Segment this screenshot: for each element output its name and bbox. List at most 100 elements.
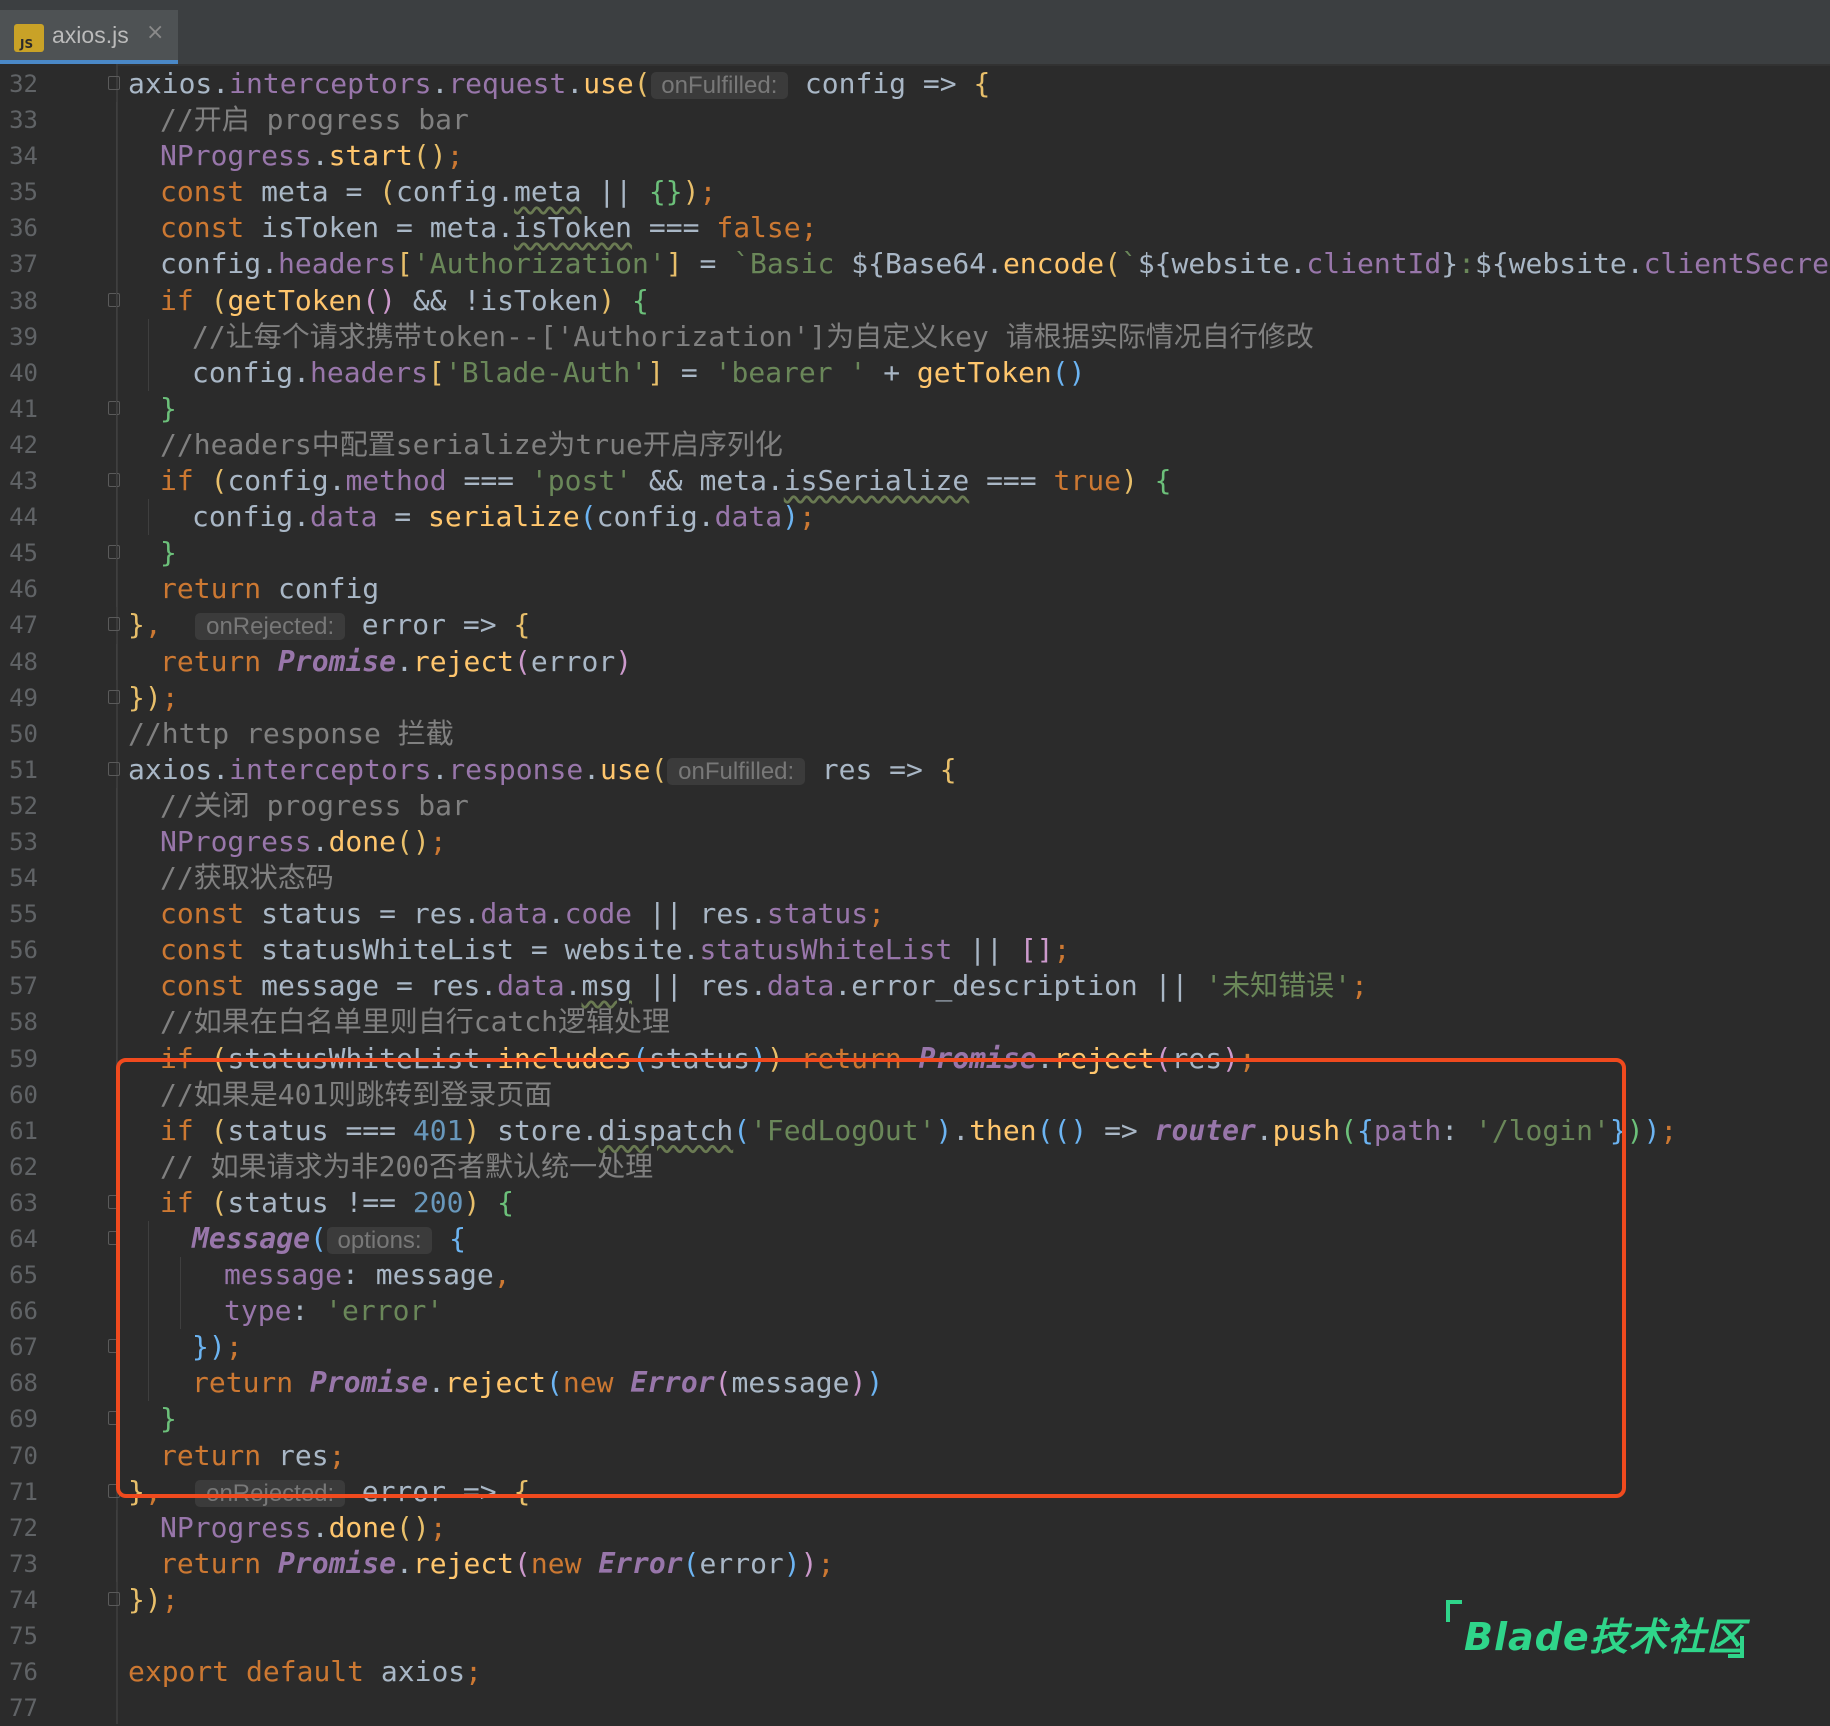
indent-guide: [116, 210, 117, 247]
code-token: .: [311, 1510, 329, 1544]
code-line[interactable]: 73 return Promise.reject(new Error(error)…: [0, 1545, 1830, 1582]
fold-marker-icon[interactable]: [108, 617, 120, 632]
code-line[interactable]: 37 config.headers['Authorization'] = `Bas…: [0, 246, 1830, 283]
code-line[interactable]: 34 NProgress.start();: [0, 138, 1830, 175]
code-line[interactable]: 53 NProgress.done();: [0, 823, 1830, 861]
code-line[interactable]: 58 //如果在白名单里则自行catch逻辑处理: [0, 1004, 1830, 1041]
code-token: config.: [396, 175, 515, 209]
fold-marker-icon[interactable]: [108, 689, 120, 704]
line-number: 51: [9, 755, 38, 784]
fold-marker-icon[interactable]: [108, 761, 120, 776]
code-token: data: [480, 897, 548, 931]
fold-marker-icon[interactable]: [108, 473, 120, 488]
code-line[interactable]: 41}: [0, 390, 1830, 427]
code-line[interactable]: 46 return config: [0, 571, 1830, 608]
code-line[interactable]: 42 //headers中配置serialize为true开启序列化: [0, 426, 1830, 464]
indent-guide: [116, 643, 117, 680]
code-text: });: [128, 1582, 179, 1618]
code-token: Error: [598, 1546, 683, 1580]
code-line[interactable]: 54 //获取状态码: [0, 860, 1830, 897]
code-token: (: [633, 67, 651, 100]
code-token: config: [278, 572, 380, 606]
code-editor[interactable]: 32 axios.interceptors.request.use( onFulf…: [0, 64, 1830, 1724]
code-line[interactable]: 35 const meta = (config.meta || {});: [0, 174, 1830, 211]
line-number: 58: [9, 1008, 38, 1037]
code-token: if: [160, 283, 211, 317]
code-line[interactable]: 77: [0, 1690, 1830, 1726]
line-number: 46: [9, 575, 38, 604]
code-token: ): [615, 644, 633, 678]
indent-guide: [116, 246, 117, 283]
code-line[interactable]: 55 const status = res.data.code || res.st…: [0, 896, 1830, 933]
close-icon[interactable]: ×: [146, 20, 164, 45]
code-token: code: [564, 897, 633, 931]
code-line[interactable]: 49});: [0, 680, 1830, 716]
code-token: {: [973, 67, 991, 100]
code-line[interactable]: 72 NProgress.done();: [0, 1509, 1830, 1546]
code-token: && !isToken: [396, 283, 599, 317]
fold-marker-icon[interactable]: [108, 292, 120, 307]
code-token: =: [664, 355, 715, 389]
code-token: ): [682, 175, 700, 209]
code-token: ;: [446, 139, 464, 173]
code-line[interactable]: 56 const statusWhiteList = website.status…: [0, 932, 1830, 969]
code-token: config.: [192, 355, 311, 389]
code-line[interactable]: 43 if (config.method === 'post' && meta.i…: [0, 463, 1830, 500]
code-line[interactable]: 44 config.data = serialize(config.data);: [0, 499, 1830, 536]
code-line[interactable]: 40 config.headers['Blade-Auth'] = 'bearer…: [0, 354, 1830, 391]
code-line[interactable]: 51 axios.interceptors.response.use( onFul…: [0, 752, 1830, 788]
fold-marker-icon[interactable]: [108, 545, 120, 560]
code-token: (: [514, 1546, 531, 1580]
code-token: =: [377, 500, 429, 534]
code-token: ;: [1660, 1113, 1678, 1147]
code-line[interactable]: 50 //http response 拦截: [0, 716, 1830, 752]
tab-axios-js[interactable]: JS axios.js ×: [0, 10, 178, 64]
code-token: ]: [665, 247, 683, 281]
fold-marker-icon[interactable]: [108, 400, 120, 415]
code-token: error: [699, 1546, 784, 1580]
code-line[interactable]: 33 //开启 progress bar: [0, 102, 1830, 139]
code-token: 'Authorization': [412, 247, 666, 281]
code-token: start: [328, 139, 413, 173]
code-line[interactable]: 32 axios.interceptors.request.use( onFulf…: [0, 66, 1830, 102]
code-line[interactable]: 48 return Promise.reject(error): [0, 643, 1830, 680]
line-number: 64: [9, 1225, 38, 1253]
code-token: //获取状态码: [160, 861, 334, 895]
code-token: getToken: [916, 355, 1052, 389]
line-number: 42: [9, 430, 38, 459]
code-token: =: [682, 247, 734, 281]
code-text: axios.interceptors.request.use( onFulfil…: [128, 66, 990, 104]
fold-marker-icon[interactable]: [108, 1591, 120, 1606]
code-token: =>: [889, 752, 923, 786]
code-token: (: [650, 752, 668, 786]
code-token: if: [160, 464, 211, 498]
parameter-hint: onFulfilled:: [667, 757, 805, 785]
code-line[interactable]: 38 if (getToken() && !isToken) {: [0, 282, 1830, 319]
code-line[interactable]: 57 const message = res.data.msg || res.da…: [0, 968, 1830, 1005]
code-token: //http response 拦截: [128, 716, 454, 750]
indent-guide: [116, 354, 117, 391]
js-file-icon-label: JS: [20, 37, 34, 51]
line-number: 54: [9, 864, 38, 893]
line-number: 41: [9, 394, 38, 423]
line-number: 60: [9, 1080, 38, 1109]
code-line[interactable]: 45}: [0, 535, 1830, 572]
code-token: reject: [412, 1546, 515, 1580]
code-line[interactable]: 36 const isToken = meta.isToken === false…: [0, 210, 1830, 247]
code-text: axios.interceptors.response.use( onFulfi…: [128, 752, 957, 790]
code-token: serialize: [428, 500, 580, 534]
code-token: interceptors: [229, 67, 432, 100]
code-token: const: [160, 175, 262, 209]
code-token: return: [160, 644, 279, 678]
fold-marker-icon[interactable]: [108, 76, 120, 90]
code-line[interactable]: 39 //让每个请求携带token--['Authorization']为自定义k…: [0, 318, 1830, 355]
code-token: ===: [446, 464, 531, 498]
code-text: //headers中配置serialize为true开启序列化: [160, 427, 783, 463]
code-token: .: [583, 752, 601, 786]
code-token: axios: [380, 1655, 466, 1689]
code-line[interactable]: 52 //关闭 progress bar: [0, 787, 1830, 824]
code-token: message = res.: [261, 969, 498, 1003]
code-token: .: [212, 752, 230, 786]
code-line[interactable]: 47}, onRejected: error => {: [0, 607, 1830, 643]
